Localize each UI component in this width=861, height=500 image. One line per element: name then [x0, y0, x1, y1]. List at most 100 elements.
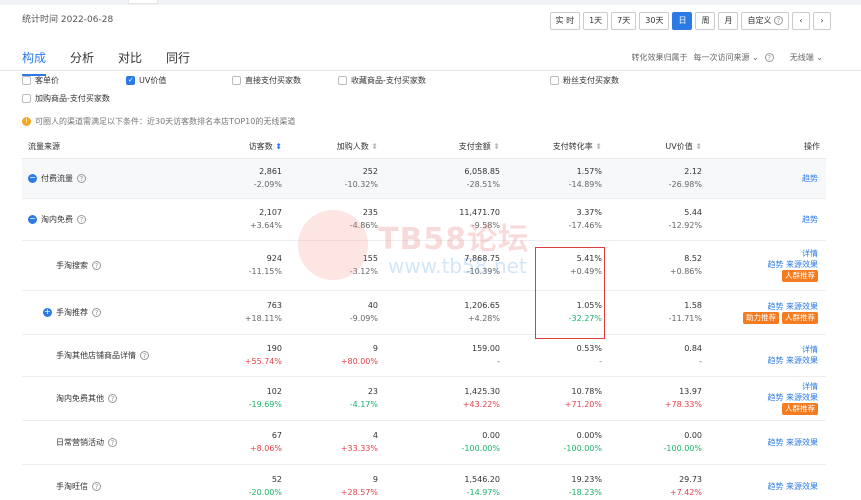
visitors-delta: -11.15%: [248, 267, 282, 276]
date-btn-month[interactable]: 月: [718, 12, 739, 30]
tab-peers[interactable]: 同行: [166, 49, 190, 76]
device-select[interactable]: 无线端 ⌄: [790, 52, 823, 63]
expand-icon[interactable]: +: [43, 307, 52, 317]
date-btn-realtime[interactable]: 实 时: [549, 12, 581, 30]
visitors-value: 763: [266, 301, 282, 310]
ops-link[interactable]: 趋势 来源效果: [708, 259, 818, 270]
table-row: 手淘其他店铺商品详情? 190 +55.74% 9 +80.00% 159.00-0.53…: [22, 334, 826, 377]
col-visitors[interactable]: 访客数 ⬍: [218, 136, 288, 159]
metric-cart-buyers[interactable]: 加购商品-支付买家数: [22, 93, 110, 104]
help-icon: ?: [774, 16, 783, 25]
date-btn-day[interactable]: 日: [672, 12, 693, 30]
visitors-value: 52: [271, 475, 282, 484]
conv-value: 0.53%: [576, 344, 602, 353]
pay-delta: -: [497, 357, 500, 366]
ops-link[interactable]: 详情: [708, 344, 818, 355]
ops-cell: 趋势 来源效果: [708, 464, 826, 500]
table-header-row: 流量来源 访客数 ⬍ 加购人数 ⬍ 支付金额 ⬍ 支付转化率 ⬍ UV价值 ⬍ …: [22, 136, 826, 159]
metric-uv-value[interactable]: UV价值: [126, 75, 166, 86]
next-date-button[interactable]: ›: [813, 12, 831, 30]
collapse-icon[interactable]: −: [28, 214, 37, 224]
cell-visitors: 763 +18.11%: [218, 290, 288, 335]
pay-delta: +4.28%: [467, 314, 500, 323]
uv-delta: -12.92%: [668, 221, 702, 230]
attribution-label: 转化效果归属于: [631, 53, 688, 62]
pay-value: 6,058.85: [464, 167, 500, 176]
ops-link[interactable]: 趋势 来源效果: [708, 301, 818, 312]
col-conv[interactable]: 支付转化率 ⬍: [506, 136, 608, 159]
metric-avg-order[interactable]: 客单价: [22, 75, 59, 86]
cart-value: 9: [372, 344, 378, 353]
table-row: 日常营销活动? 67 +8.06% 4 +33.33% 0.00 -100.00% 0.00%…: [22, 420, 826, 465]
tab-analysis[interactable]: 分析: [70, 49, 94, 76]
cell-pay: 159.00 -: [384, 334, 506, 377]
collapse-icon[interactable]: −: [28, 173, 37, 183]
pay-delta: -28.51%: [466, 180, 500, 189]
cell-visitors: 67 +8.06%: [218, 420, 288, 465]
attribution-select[interactable]: 每一次访问来源 ⌄: [694, 52, 759, 63]
cell-uv: 0.84 -: [608, 334, 708, 377]
checkbox-icon: [338, 76, 347, 85]
col-cart-label: 加购人数: [336, 142, 369, 152]
recommend-pill[interactable]: 人群推荐: [782, 270, 818, 282]
help-icon: ?: [92, 307, 101, 317]
col-pay[interactable]: 支付金额 ⬍: [384, 136, 506, 159]
source-cell: 手淘搜索?: [22, 240, 218, 291]
source-name: 手淘其他店铺商品详情: [56, 350, 136, 360]
conv-value: 0.00%: [576, 431, 602, 440]
cart-value: 235: [362, 208, 378, 217]
date-btn-30day[interactable]: 30天: [639, 12, 670, 30]
ops-link[interactable]: 趋势: [708, 173, 818, 184]
tab-divider: [0, 70, 861, 71]
source-cell: 手淘其他店铺商品详情?: [22, 334, 218, 377]
cell-visitors: 102 -19.69%: [218, 376, 288, 421]
recommend-pill[interactable]: 人群推荐: [782, 311, 818, 324]
source-label: 手淘旺信?: [28, 481, 101, 492]
cell-uv: 1.58 -11.71%: [608, 290, 708, 335]
cell-conv: 0.00% -100.00%: [506, 420, 608, 465]
source-label: − 付费流量?: [28, 173, 86, 184]
cart-delta: +28.57%: [340, 488, 378, 497]
col-uv-label: UV价值: [665, 142, 693, 152]
cell-conv: 19.23% -18.23%: [506, 464, 608, 500]
prev-date-button[interactable]: ‹: [792, 12, 810, 30]
col-cart[interactable]: 加购人数 ⬍: [288, 136, 384, 159]
ops-link[interactable]: 趋势 来源效果: [708, 481, 818, 492]
date-btn-7day[interactable]: 7天: [611, 12, 637, 30]
metric-fan-buyers[interactable]: 粉丝支付买家数: [550, 75, 619, 86]
col-uv[interactable]: UV价值 ⬍: [608, 136, 708, 159]
conv-value: 19.23%: [571, 475, 602, 484]
pay-delta: -10.39%: [466, 267, 500, 276]
metric-fav-buyers[interactable]: 收藏商品-支付买家数: [338, 75, 426, 86]
cell-pay: 6,058.85 -28.51%: [384, 158, 506, 199]
tab-compare[interactable]: 对比: [118, 49, 142, 76]
ops-link[interactable]: 趋势 来源效果: [708, 437, 818, 448]
uv-delta: +0.86%: [669, 267, 702, 276]
cart-value: 9: [372, 475, 378, 484]
recommend-pill[interactable]: 助力推荐: [743, 311, 779, 324]
ops-link[interactable]: 详情: [708, 248, 818, 259]
pay-delta: +43.22%: [462, 400, 500, 409]
source-label: 淘内免费其他?: [28, 393, 117, 404]
cell-conv: 10.78% +71.20%: [506, 376, 608, 421]
main-tabs: 构成 分析 对比 同行: [22, 49, 190, 76]
ops-link[interactable]: 详情: [708, 381, 818, 392]
cart-delta: +33.33%: [340, 444, 378, 453]
date-btn-1day[interactable]: 1天: [583, 12, 609, 30]
ops-cell: 趋势 来源效果: [708, 420, 826, 465]
help-icon: ?: [92, 481, 101, 491]
ops-link[interactable]: 趋势: [708, 214, 818, 225]
date-btn-week[interactable]: 周: [695, 12, 716, 30]
recommend-pill[interactable]: 人群推荐: [782, 403, 818, 415]
ops-link[interactable]: 趋势 来源效果: [708, 392, 818, 403]
cell-cart: 252 -10.32%: [288, 158, 384, 199]
stat-time: 统计时间 2022-06-28: [22, 15, 114, 25]
pay-delta: -100.00%: [461, 444, 500, 453]
date-btn-custom[interactable]: 自定义 ?: [741, 12, 789, 30]
help-icon: ?: [77, 173, 86, 183]
conv-delta: +71.20%: [564, 400, 602, 409]
cart-delta: -4.17%: [349, 400, 378, 409]
ops-link[interactable]: 趋势 来源效果: [708, 355, 818, 366]
metric-direct-buyers[interactable]: 直接支付买家数: [232, 75, 301, 86]
tab-composition[interactable]: 构成: [22, 49, 47, 76]
